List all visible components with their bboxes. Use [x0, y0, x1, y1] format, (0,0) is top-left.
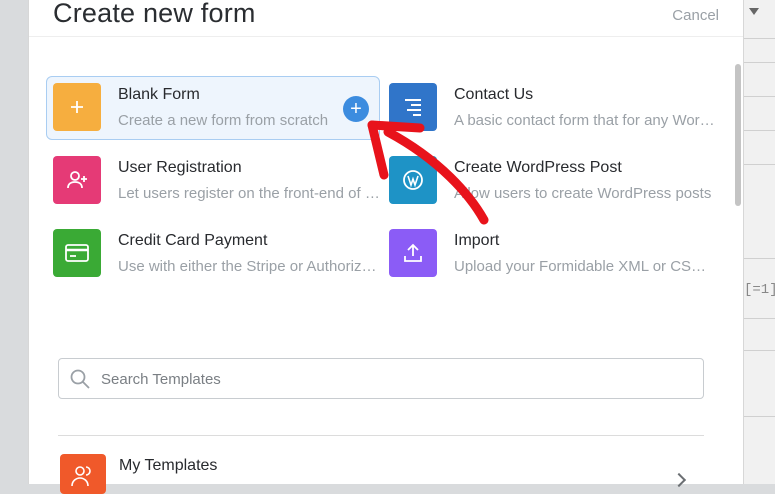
- option-description: A basic contact form that for any WordPr…: [454, 112, 716, 129]
- chevron-right-icon[interactable]: [671, 472, 687, 488]
- option-description: Allow users to create WordPress posts: [454, 185, 712, 202]
- option-blank-form[interactable]: Blank Form Create a new form from scratc…: [46, 76, 380, 140]
- option-description: Let users register on the front-end of y…: [118, 185, 380, 202]
- option-name: Create WordPress Post: [454, 159, 622, 176]
- search-templates-box: [58, 358, 704, 400]
- users-icon: [60, 454, 106, 494]
- section-divider: [58, 435, 704, 436]
- background-divider: [743, 258, 775, 259]
- modal-title: Create new form: [53, 0, 256, 28]
- option-user-registration[interactable]: User Registration Let users register on …: [46, 149, 380, 213]
- background-divider: [743, 164, 775, 165]
- background-page-right: [742, 0, 775, 484]
- background-page-left: [0, 0, 28, 484]
- my-templates-label[interactable]: My Templates: [119, 457, 217, 475]
- add-user-icon: [53, 156, 101, 204]
- search-input[interactable]: [99, 359, 693, 400]
- background-divider: [743, 130, 775, 131]
- option-description: Create a new form from scratch: [118, 112, 329, 129]
- background-shortcode-text: [=1]: [744, 282, 775, 298]
- option-name: Credit Card Payment: [118, 232, 268, 249]
- background-divider: [743, 38, 775, 39]
- add-blank-form-button[interactable]: +: [343, 96, 369, 122]
- cancel-button[interactable]: Cancel: [672, 7, 719, 24]
- background-divider: [743, 416, 775, 417]
- option-import[interactable]: Import Upload your Formidable XML or CSV…: [382, 222, 716, 286]
- plus-icon: [53, 83, 101, 131]
- search-icon: [70, 369, 90, 389]
- background-divider: [743, 62, 775, 63]
- background-divider: [743, 318, 775, 319]
- credit-card-icon: [53, 229, 101, 277]
- option-name: Blank Form: [118, 86, 200, 103]
- option-description: Use with either the Stripe or Authorize.…: [118, 258, 380, 275]
- header-divider: [29, 36, 743, 37]
- option-contact-us[interactable]: Contact Us A basic contact form that for…: [382, 76, 716, 140]
- background-divider: [743, 96, 775, 97]
- option-create-wordpress-post[interactable]: Create WordPress Post Allow users to cre…: [382, 149, 716, 213]
- background-divider: [743, 350, 775, 351]
- scrollbar[interactable]: [735, 64, 741, 206]
- align-right-lines-icon: [389, 83, 437, 131]
- option-description: Upload your Formidable XML or CSV file: [454, 258, 716, 275]
- option-credit-card-payment[interactable]: Credit Card Payment Use with either the …: [46, 222, 380, 286]
- option-name: User Registration: [118, 159, 242, 176]
- create-form-modal: Create new form Cancel Blank Form Create…: [28, 0, 744, 494]
- option-name: Import: [454, 232, 500, 249]
- option-name: Contact Us: [454, 86, 534, 103]
- wordpress-icon: [389, 156, 437, 204]
- dropdown-arrow-icon[interactable]: [749, 8, 759, 15]
- upload-icon: [389, 229, 437, 277]
